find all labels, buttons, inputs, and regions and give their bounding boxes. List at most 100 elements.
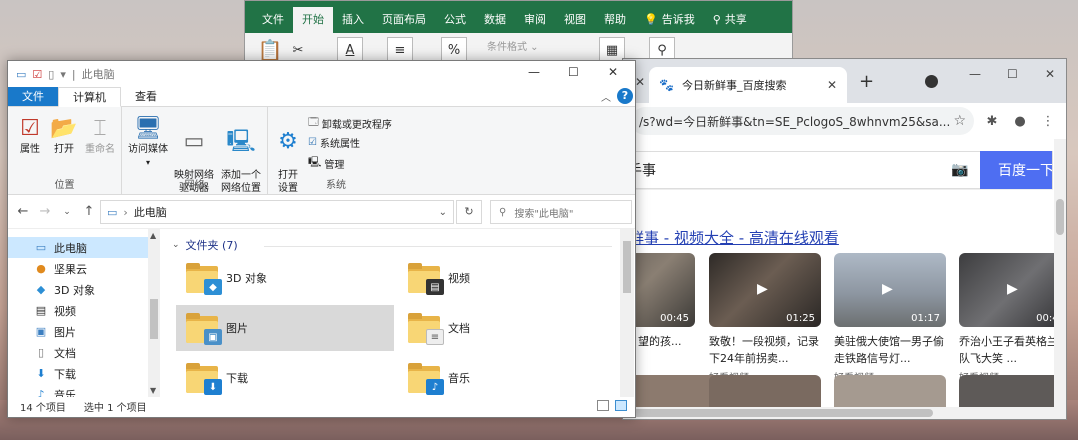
up-icon[interactable]: ↑ bbox=[82, 204, 96, 219]
address-bar[interactable]: /s?wd=今日新鲜事&tn=SE_PclogoS_8whnvm25&sa...… bbox=[631, 107, 974, 135]
baidu-search-input[interactable]: 手事 bbox=[624, 160, 940, 180]
scrollbar-thumb[interactable] bbox=[1056, 199, 1064, 235]
result-title-link[interactable]: 鲜事 - 视频大全 - 高清在线观看 bbox=[629, 227, 839, 248]
recent-locations-icon[interactable]: ⌄ bbox=[60, 207, 74, 217]
star-icon[interactable]: ☆ bbox=[953, 113, 966, 129]
scroll-up-icon[interactable]: ▲ bbox=[150, 231, 156, 240]
video-card[interactable]: ▶ 01:17 美驻俄大使馆一男子偷走铁路信号灯... 好看视频 bbox=[834, 253, 946, 384]
maximize-icon[interactable]: ☐ bbox=[568, 65, 579, 79]
video-card[interactable]: ▶ 00:45 乔治小王子看英格兰球队飞大笑 ... 好看视频 bbox=[959, 253, 1066, 384]
uninstall-button[interactable]: 🗔 卸载或更改程序 bbox=[308, 115, 392, 132]
chevron-down-icon: ▾ bbox=[145, 158, 150, 167]
chrome-tab-active[interactable]: 🐾 今日新鲜事_百度搜索 ✕ bbox=[649, 67, 847, 103]
folder-documents[interactable]: ≡ 文档 bbox=[398, 305, 616, 351]
profile-icon[interactable]: ● bbox=[1010, 114, 1030, 129]
chevron-down-icon[interactable]: ▾ bbox=[60, 68, 66, 81]
video-thumbnail[interactable] bbox=[959, 375, 1066, 407]
minimize-icon[interactable]: — bbox=[969, 67, 981, 81]
excel-tab-home[interactable]: 开始 bbox=[293, 7, 333, 33]
nav-item-videos[interactable]: ▤ 视频 bbox=[8, 300, 160, 321]
nav-item-pictures[interactable]: ▣ 图片 bbox=[8, 321, 160, 342]
scrollbar-thumb[interactable] bbox=[633, 409, 933, 417]
nav-item-nutstore[interactable]: ● 坚果云 bbox=[8, 258, 160, 279]
rename-button[interactable]: ⌶ 重命名 bbox=[82, 115, 118, 156]
excel-tab-page-layout[interactable]: 页面布局 bbox=[373, 7, 435, 33]
search-input[interactable]: ⚲ 搜索"此电脑" bbox=[490, 200, 632, 224]
folders-group-header[interactable]: ⌄ 文件夹 (7) bbox=[172, 237, 238, 253]
close-icon[interactable]: ✕ bbox=[608, 65, 618, 79]
folder-label: 3D 对象 bbox=[226, 272, 267, 285]
system-properties-button[interactable]: ☑ 系统属性 bbox=[308, 135, 360, 150]
excel-tab-view[interactable]: 视图 bbox=[555, 7, 595, 33]
separator: | bbox=[71, 67, 76, 81]
video-title[interactable]: 乔治小王子看英格兰球队飞大笑 ... bbox=[959, 333, 1066, 367]
horizontal-scrollbar[interactable] bbox=[623, 407, 1056, 419]
excel-share-button[interactable]: ⚲ 共享 bbox=[704, 7, 756, 33]
tab-search-icon[interactable] bbox=[925, 75, 938, 88]
large-icons-view-icon[interactable] bbox=[615, 400, 627, 411]
chevron-down-icon[interactable]: ⌄ bbox=[439, 207, 447, 218]
new-tab-icon[interactable]: + bbox=[859, 71, 874, 92]
excel-tab-review[interactable]: 审阅 bbox=[515, 7, 555, 33]
file-list-scrollbar[interactable] bbox=[620, 229, 634, 397]
tab-file[interactable]: 文件 bbox=[8, 87, 58, 106]
excel-tab-data[interactable]: 数据 bbox=[475, 7, 515, 33]
back-icon[interactable]: ← bbox=[16, 204, 30, 219]
nav-item-documents[interactable]: ▯ 文档 bbox=[8, 342, 160, 363]
video-thumbnail[interactable] bbox=[709, 375, 821, 407]
close-tab-icon[interactable]: ✕ bbox=[635, 75, 645, 89]
window-close-icon[interactable]: ✕ bbox=[1045, 67, 1055, 81]
properties-button[interactable]: ☑ 属性 bbox=[16, 115, 44, 156]
manage-button[interactable]: 🖳 管理 bbox=[308, 155, 344, 172]
folder-videos[interactable]: ▤ 视频 bbox=[398, 255, 616, 301]
video-card[interactable]: ▶ 01:25 致敬！一段视频，记录下24年前拐卖... 好看视频 bbox=[709, 253, 821, 384]
extensions-icon[interactable]: ✱ bbox=[982, 114, 1002, 129]
breadcrumb[interactable]: 此电脑 bbox=[134, 204, 167, 220]
nav-item-downloads[interactable]: ⬇ 下载 bbox=[8, 363, 160, 384]
video-title[interactable]: 致敬！一段视频，记录下24年前拐卖... bbox=[709, 333, 821, 367]
vertical-scrollbar[interactable] bbox=[1054, 139, 1066, 419]
new-folder-quick-icon[interactable]: ▯ bbox=[48, 68, 54, 81]
scroll-down-icon[interactable]: ▼ bbox=[150, 386, 156, 395]
excel-tab-formulas[interactable]: 公式 bbox=[435, 7, 475, 33]
excel-tab-insert[interactable]: 插入 bbox=[333, 7, 373, 33]
baidu-search-button[interactable]: 百度一下 bbox=[980, 151, 1052, 189]
scrollbar-thumb[interactable] bbox=[150, 299, 158, 339]
access-media-button[interactable]: 🖥 访问媒体 ▾ bbox=[126, 115, 170, 169]
folder-label: 下载 bbox=[226, 372, 248, 385]
tab-view[interactable]: 查看 bbox=[121, 87, 171, 106]
open-button[interactable]: 📂 打开 bbox=[50, 115, 78, 156]
chevron-up-icon[interactable]: ︿ bbox=[601, 89, 611, 104]
tab-computer[interactable]: 计算机 bbox=[58, 87, 121, 107]
conditional-format-button[interactable]: 条件格式 ⌄ bbox=[487, 38, 539, 53]
properties-quick-icon[interactable]: ☑ bbox=[32, 68, 42, 81]
minimize-icon[interactable]: — bbox=[528, 65, 540, 79]
excel-tell-me[interactable]: 💡 告诉我 bbox=[635, 7, 704, 33]
folder-downloads[interactable]: ⬇ 下载 bbox=[176, 355, 394, 397]
details-view-icon[interactable] bbox=[597, 400, 609, 411]
video-thumbnail[interactable]: ▶ 00:45 bbox=[959, 253, 1066, 327]
folder-3d-objects[interactable]: ◆ 3D 对象 bbox=[176, 255, 394, 301]
nav-item-this-pc[interactable]: ▭ 此电脑 bbox=[8, 237, 160, 258]
nav-item-3d-objects[interactable]: ◆ 3D 对象 bbox=[8, 279, 160, 300]
camera-icon[interactable]: 📷 bbox=[940, 162, 980, 178]
video-thumbnail[interactable] bbox=[834, 375, 946, 407]
help-icon[interactable]: ? bbox=[617, 88, 633, 104]
refresh-icon: ↻ bbox=[464, 205, 474, 218]
forward-icon[interactable]: → bbox=[38, 204, 52, 219]
address-bar[interactable]: ▭ › 此电脑 ⌄ bbox=[100, 200, 454, 224]
maximize-icon[interactable]: ☐ bbox=[1007, 67, 1018, 81]
folder-music[interactable]: ♪ 音乐 bbox=[398, 355, 616, 397]
video-thumbnail[interactable]: ▶ 01:17 bbox=[834, 253, 946, 327]
scrollbar-thumb[interactable] bbox=[623, 241, 631, 293]
chrome-tab-title: 今日新鲜事_百度搜索 bbox=[681, 79, 787, 92]
excel-tab-file[interactable]: 文件 bbox=[253, 7, 293, 33]
video-thumbnail[interactable]: ▶ 01:25 bbox=[709, 253, 821, 327]
navigation-scrollbar[interactable]: ▲ ▼ bbox=[148, 229, 160, 397]
refresh-button[interactable]: ↻ bbox=[456, 200, 482, 224]
folder-pictures[interactable]: ▣ 图片 bbox=[176, 305, 394, 351]
menu-icon[interactable]: ⋮ bbox=[1038, 114, 1058, 129]
close-icon[interactable]: ✕ bbox=[827, 78, 837, 92]
excel-tab-help[interactable]: 帮助 bbox=[595, 7, 635, 33]
video-title[interactable]: 美驻俄大使馆一男子偷走铁路信号灯... bbox=[834, 333, 946, 367]
